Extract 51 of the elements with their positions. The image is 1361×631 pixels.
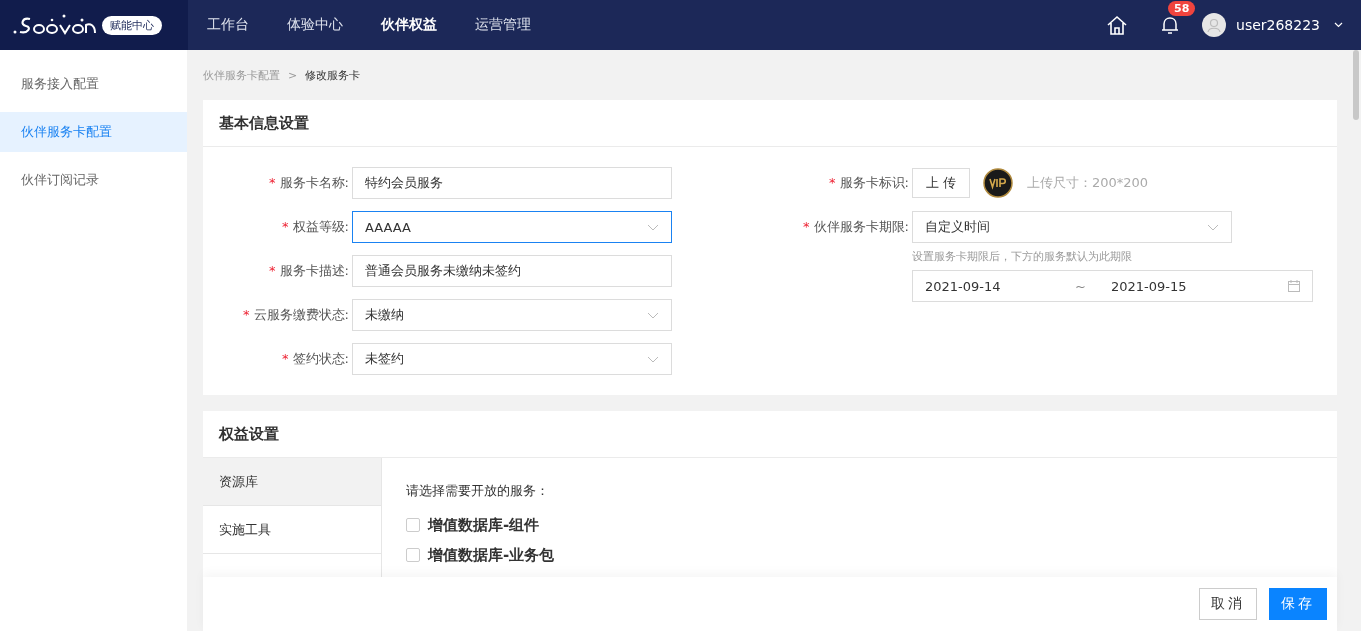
logo-icon <box>12 13 98 37</box>
cancel-button[interactable]: 取消 <box>1199 588 1257 620</box>
category-tab[interactable]: 资源库 <box>203 458 381 506</box>
select-field[interactable]: 未签约 <box>352 343 672 375</box>
select-field[interactable]: AAAAA <box>352 211 672 243</box>
field-label: * 伙伴服务卡期限: <box>802 218 909 236</box>
section-title: 基本信息设置 <box>203 100 1337 147</box>
nav-menu-item[interactable]: 运营管理 <box>475 16 531 34</box>
field-label: * 服务卡名称: <box>268 174 349 192</box>
chevron-down-icon[interactable] <box>647 311 659 319</box>
field-label: * 云服务缴费状态: <box>242 306 349 324</box>
upload-button[interactable]: 上 传 <box>912 168 970 198</box>
scrollbar-thumb[interactable] <box>1352 50 1359 120</box>
breadcrumb-link[interactable]: 修改服务卡 <box>305 67 361 83</box>
nav-menu-item[interactable]: 伙伴权益 <box>381 16 437 34</box>
home-icon[interactable] <box>1106 14 1128 36</box>
sidebar-item[interactable]: 服务接入配置 <box>0 64 187 104</box>
select-field[interactable]: 未缴纳 <box>352 299 672 331</box>
caret-icon[interactable] <box>1334 22 1343 28</box>
field-label: * 服务卡标识: <box>828 174 909 192</box>
checkbox[interactable] <box>406 548 420 562</box>
bell-icon[interactable] <box>1160 15 1180 35</box>
category-tab[interactable]: 实施工具 <box>203 506 381 554</box>
period-hint: 设置服务卡期限后，下方的服务默认为此期限 <box>912 249 1133 264</box>
sidebar-item[interactable]: 伙伴服务卡配置 <box>0 112 187 152</box>
chevron-down-icon[interactable] <box>647 223 659 231</box>
input-field[interactable]: 特约会员服务 <box>352 167 672 199</box>
input-field[interactable]: 普通会员服务未缴纳未签约 <box>352 255 672 287</box>
field-label: * 权益等级: <box>281 218 349 236</box>
breadcrumb-separator: > <box>288 68 298 82</box>
notification-count: 58 <box>1168 1 1196 16</box>
option-label[interactable]: 增值数据库-组件 <box>428 515 540 535</box>
calendar-icon[interactable] <box>1288 280 1300 292</box>
nav-menu-item[interactable]: 体验中心 <box>287 16 343 34</box>
vip-badge-icon <box>983 168 1013 198</box>
save-button[interactable]: 保存 <box>1269 588 1327 620</box>
chevron-down-icon[interactable] <box>647 355 659 363</box>
brand-badge: 赋能中心 <box>102 15 162 35</box>
upload-size-hint: 上传尺寸：200*200 <box>1027 174 1149 192</box>
checkbox[interactable] <box>406 518 420 532</box>
nav-menu-item[interactable]: 工作台 <box>207 16 249 34</box>
option-label[interactable]: 增值数据库-业务包 <box>428 545 555 565</box>
user-name[interactable]: user268223 <box>1236 17 1320 33</box>
select-field[interactable]: 自定义时间 <box>912 211 1232 243</box>
avatar-icon[interactable] <box>1202 13 1226 37</box>
field-label: * 签约状态: <box>281 350 349 368</box>
field-label: * 服务卡描述: <box>268 262 349 280</box>
date-range-field[interactable]: 2021-09-14 ~ 2021-09-15 <box>912 270 1313 302</box>
sidebar-item[interactable]: 伙伴订阅记录 <box>0 160 187 200</box>
chevron-down-icon[interactable] <box>1207 223 1219 231</box>
prompt-text: 请选择需要开放的服务： <box>406 482 550 500</box>
